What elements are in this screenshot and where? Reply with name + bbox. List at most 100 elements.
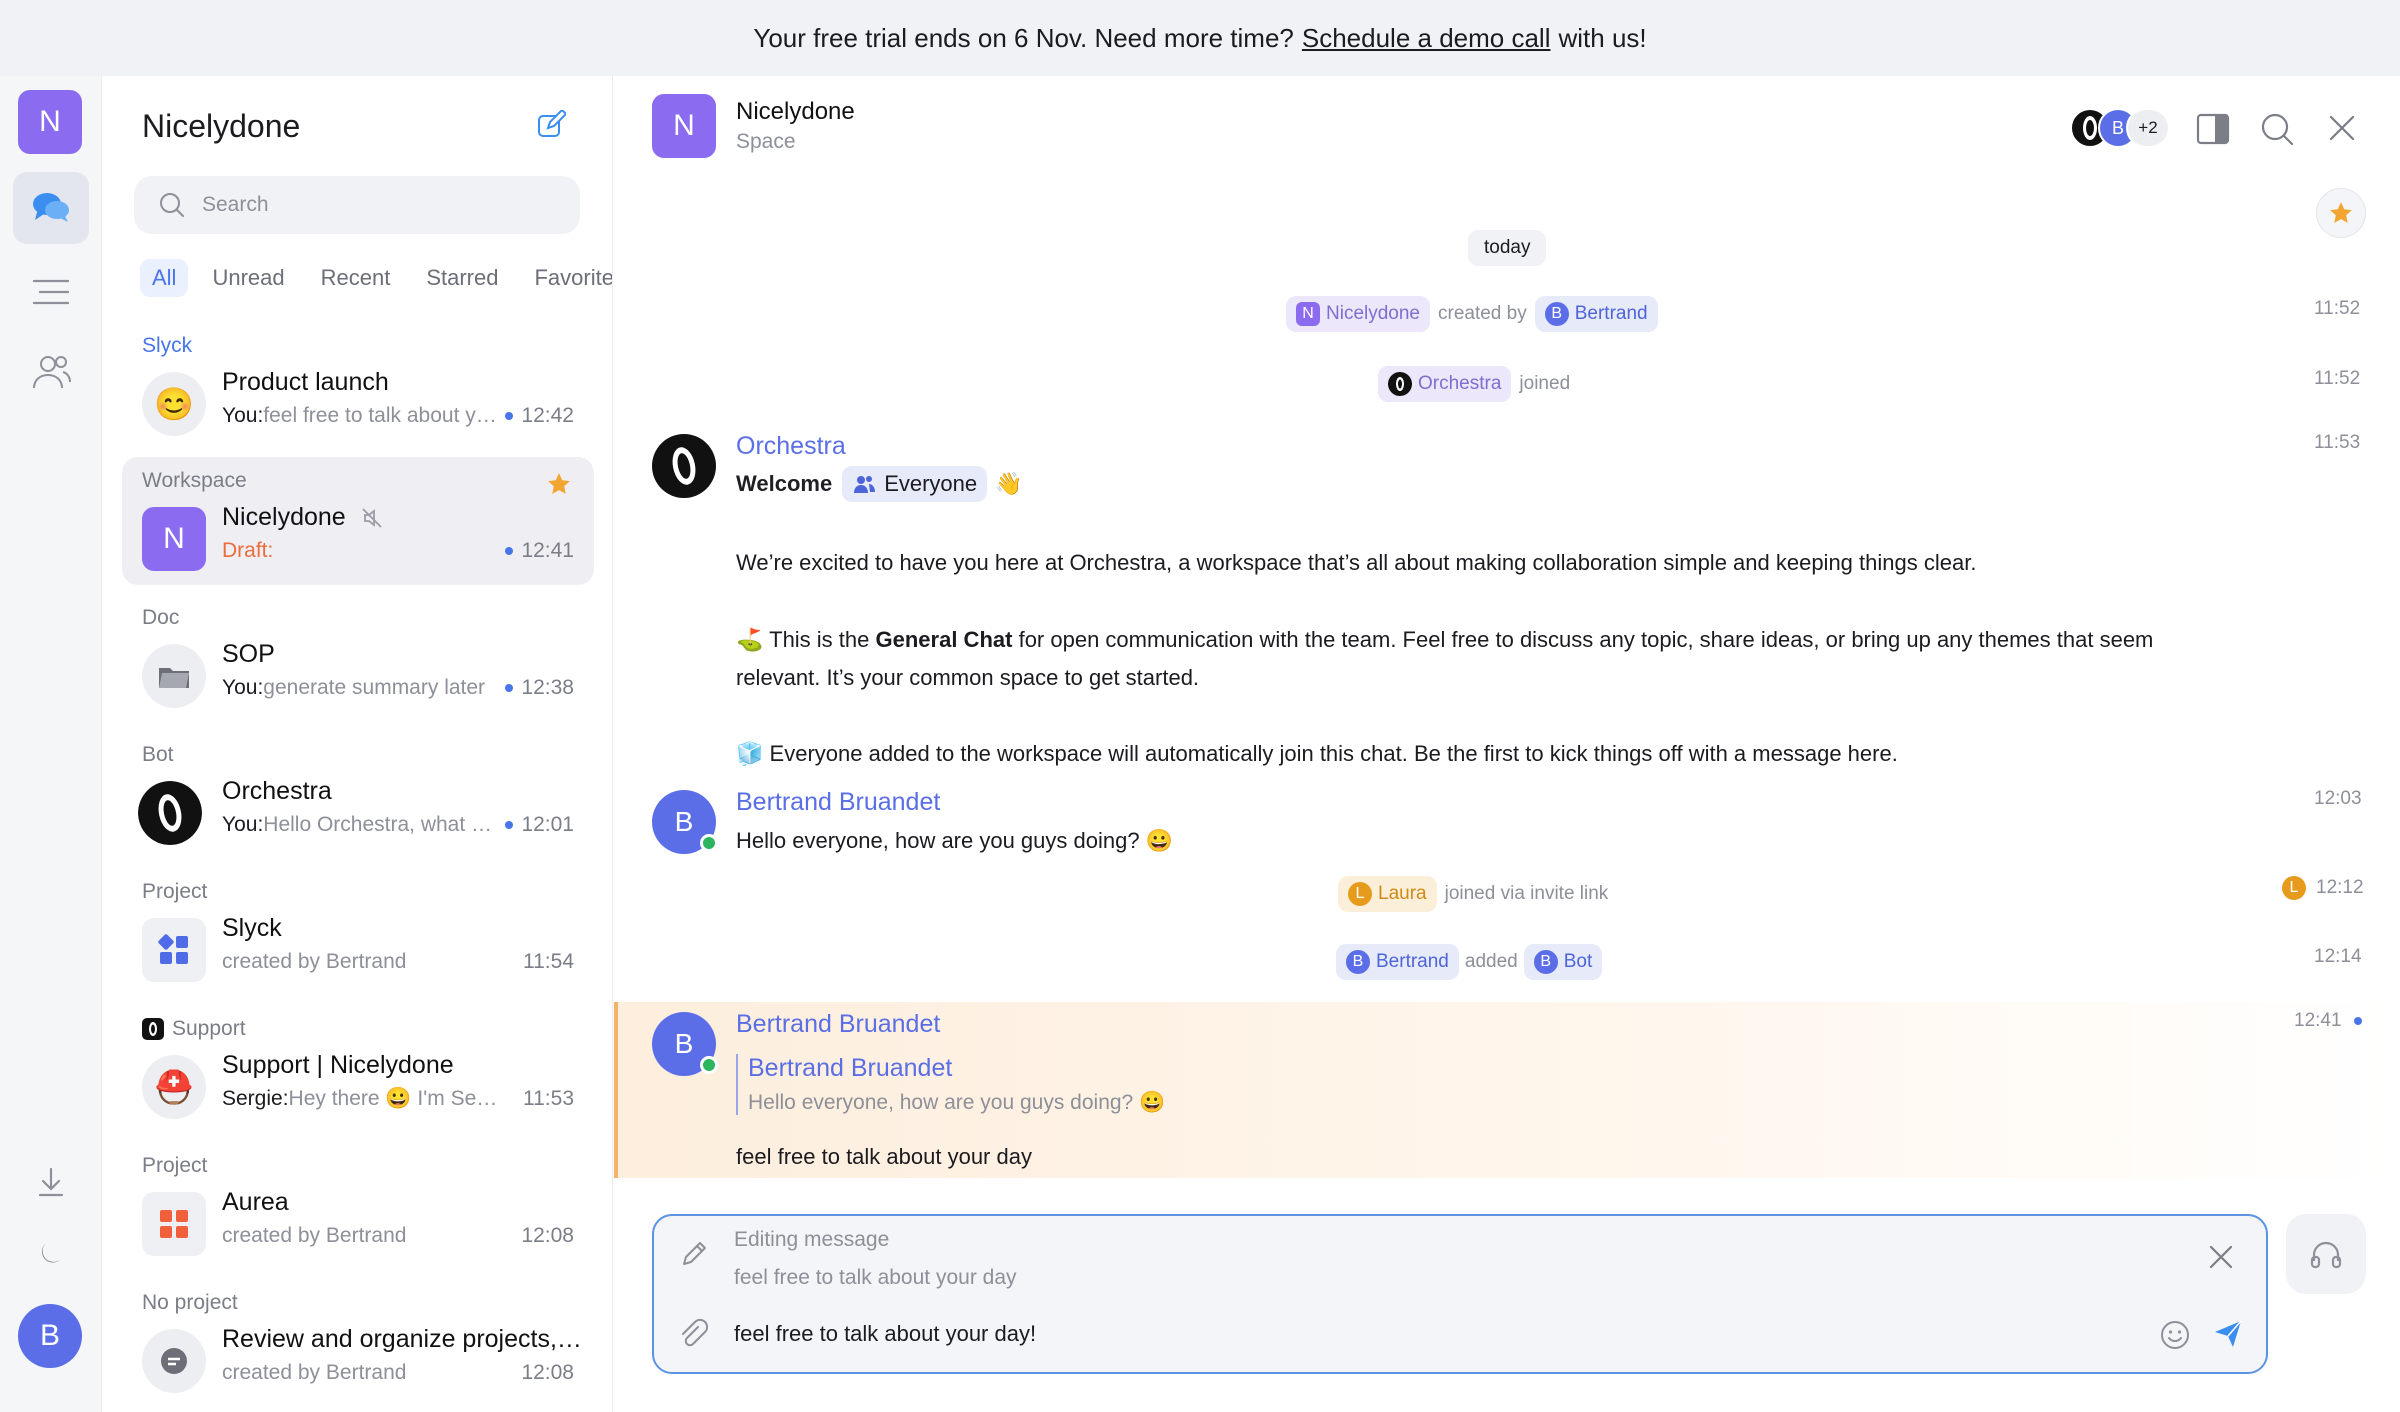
starred-button[interactable] [2316,188,2366,238]
conv-name: Review and organize projects, tasks [222,1325,582,1353]
list-item-slyck[interactable]: Project Slyck created by Bertrand 11:54 [122,868,594,996]
group-icon [854,476,876,493]
people-icon [33,356,71,389]
filter-recent[interactable]: Recent [309,259,403,297]
bot-chip[interactable]: Orchestra [1378,366,1512,402]
search-input[interactable] [202,193,562,217]
laura-chip[interactable]: L Laura [1338,876,1437,912]
conv-sender: You: [222,676,264,699]
member-stack[interactable]: B +2 [2070,108,2180,148]
conv-draft: Draft: [222,539,274,562]
filter-starred[interactable]: Starred [414,259,510,297]
message-author[interactable]: Orchestra [736,432,846,461]
list-item-review[interactable]: No project Review and organize projects,… [122,1279,594,1407]
search-box[interactable] [134,176,580,234]
conv-preview-text: feel free to talk about your day [263,404,502,427]
workspace-avatar[interactable]: N [18,90,82,154]
schedule-demo-link[interactable]: Schedule a demo call [1302,23,1551,54]
list-item-sop[interactable]: Doc SOP You:generate summary later 12:38 [122,594,594,722]
rail-chats-button[interactable] [13,172,89,244]
message-time: 12:03 [2314,788,2362,809]
conv-sender: You: [222,404,264,427]
chat-bubbles-icon [33,193,69,222]
list-item-nicelydone[interactable]: Workspace N Nicelydone Draft: 12:41 [122,457,594,585]
send-icon[interactable] [2212,1318,2244,1350]
emoji-avatar: 😊 [142,372,206,436]
rail-tasks-button[interactable] [13,256,89,328]
emoji-icon[interactable] [2160,1320,2190,1350]
folder-avatar [142,644,206,708]
compose-icon[interactable] [536,110,566,140]
message-composer[interactable]: Editing message feel free to talk about … [652,1214,2268,1374]
filter-favorite[interactable]: Favorite [522,259,612,297]
user-avatar[interactable]: B [18,1304,82,1368]
app-rail: N B [0,76,102,1412]
conv-name: Aurea [222,1188,289,1216]
list-icon [32,279,70,305]
star-icon[interactable] [546,471,572,497]
voice-button[interactable] [2286,1214,2366,1294]
project-avatar [142,918,206,982]
system-event-joined: Orchestra joined [1378,366,1570,402]
support-avatar: ⛑️ [142,1055,206,1119]
bot-chip[interactable]: B Bot [1523,944,1603,980]
space-chip[interactable]: N Nicelydone [1286,296,1430,332]
message-text: feel free to talk about your day [736,1144,1032,1169]
message-input[interactable] [734,1314,2114,1354]
filter-all[interactable]: All [140,259,189,297]
conv-time: 11:54 [523,950,574,973]
search-icon[interactable] [2260,112,2294,146]
everyone-mention[interactable]: Everyone [842,466,988,502]
user-chip[interactable]: B Bertrand [1336,944,1459,980]
chat-panel: N Nicelydone Space B +2 today N Nicelydon… [614,76,2400,1412]
list-item-support[interactable]: Support ⛑️ Support | Nicelydone Sergie:H… [122,1005,594,1133]
filter-unread[interactable]: Unread [200,259,296,297]
conversation-list: Nicelydone All Unread Recent Starred Fav… [102,76,613,1412]
conv-category: Project [142,1154,208,1177]
task-icon [161,1348,187,1374]
conv-name: Support | Nicelydone [222,1051,454,1079]
system-event-laura: L Laura joined via invite link [1338,876,1608,912]
chat-avatar: N [652,94,716,158]
conv-time-text: 12:01 [521,813,574,836]
conv-preview: created by Bertrand [222,1361,407,1384]
list-item-product-launch[interactable]: Slyck 😊 Product launch You:feel free to … [122,322,594,450]
message-author[interactable]: Bertrand Bruandet [736,1010,940,1039]
workspace-title: Nicelydone [142,108,301,144]
download-icon [38,1167,64,1197]
task-avatar [142,1329,206,1393]
attach-icon[interactable] [678,1318,708,1350]
star-icon [2330,202,2352,223]
conv-name: Product launch [222,368,389,396]
list-item-aurea[interactable]: Project Aurea created by Bertrand 12:08 [122,1142,594,1270]
conv-time: 12:01 [505,813,574,837]
search-icon [160,193,184,217]
conv-preview: Sergie:Hey there 😀 I'm Sergie [222,1087,502,1111]
user-chip[interactable]: B Bertrand [1534,296,1658,332]
conv-category: Slyck [142,334,193,357]
rail-theme-button[interactable] [13,1218,89,1290]
bertrand-avatar[interactable]: B [652,790,718,854]
online-dot [700,1056,718,1074]
bot-chip-label: Bot [1563,951,1593,972]
quote-text: Hello everyone, how are you guys doing? … [748,1091,1166,1114]
bertrand-avatar[interactable]: B [652,1012,718,1076]
read-receipt: L 12:12 [2282,876,2364,900]
event-time: 12:14 [2314,946,2362,967]
close-icon[interactable] [2328,114,2356,142]
conv-time: 12:38 [505,676,574,700]
headphones-icon [2310,1241,2342,1269]
conv-time-text: 12:41 [521,539,574,562]
pencil-icon [683,1242,706,1265]
unread-dot [505,684,514,692]
conv-time: 12:08 [521,1224,574,1247]
cancel-edit-icon[interactable] [2208,1244,2234,1270]
message-author[interactable]: Bertrand Bruandet [736,788,940,817]
sidebar-toggle-icon[interactable] [2196,112,2230,146]
rail-contacts-button[interactable] [13,336,89,408]
list-item-orchestra[interactable]: Bot Orchestra You:Hello Orchestra, what … [122,731,594,859]
rail-download-button[interactable] [13,1146,89,1218]
quoted-message[interactable]: Bertrand Bruandet Hello everyone, how ar… [736,1054,1165,1115]
conv-preview: You:feel free to talk about your day [222,404,502,428]
ice-emoji: 🧊 [736,741,764,766]
